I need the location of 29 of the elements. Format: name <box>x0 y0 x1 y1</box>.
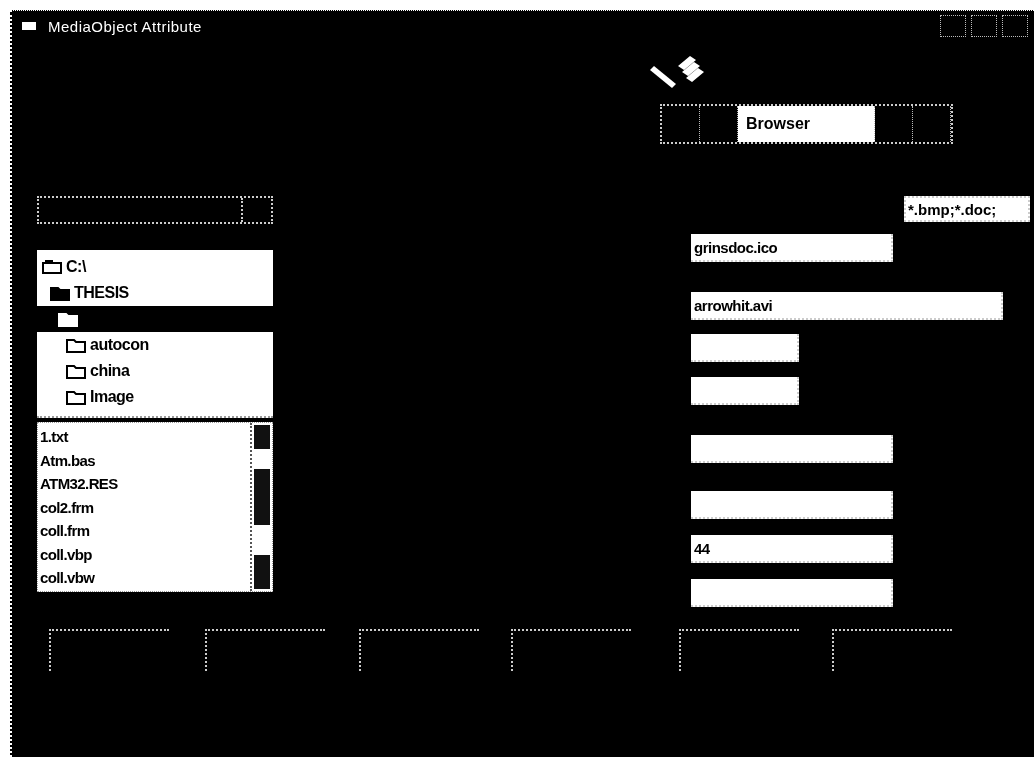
file-item[interactable]: ATM32.RES <box>40 472 250 496</box>
drive-combo[interactable] <box>37 196 273 224</box>
file-item[interactable]: 1.txt <box>40 425 250 449</box>
file-item[interactable]: col2.frm <box>40 495 250 519</box>
scrollbar[interactable] <box>250 423 272 591</box>
folder-icon <box>65 336 87 354</box>
window-title: MediaObject Attribute <box>48 17 203 35</box>
folder-icon <box>49 284 71 302</box>
close-button[interactable] <box>1002 15 1028 37</box>
maximize-button[interactable] <box>971 15 997 37</box>
toolbar-tab[interactable]: Browser <box>738 106 875 142</box>
text-field[interactable] <box>691 579 893 607</box>
text-field[interactable]: grinsdoc.ico <box>691 234 893 262</box>
file-item[interactable]: Atm.bas <box>40 448 250 472</box>
folder-icon <box>65 362 87 380</box>
folder-icon <box>57 310 79 328</box>
folder-icon <box>65 388 87 406</box>
text-field[interactable] <box>691 491 893 519</box>
filter-field[interactable]: *.bmp;*.doc; <box>904 196 1030 222</box>
file-item[interactable]: coll.frm <box>40 519 250 543</box>
text-field[interactable]: arrowhit.avi <box>691 292 1003 320</box>
text-field[interactable]: 44 <box>691 535 893 563</box>
text-field[interactable] <box>691 377 799 405</box>
minimize-button[interactable] <box>940 15 966 37</box>
file-item[interactable]: coll.vbw <box>40 566 250 590</box>
text-field[interactable] <box>691 334 799 362</box>
file-item[interactable]: coll.vbp <box>40 542 250 566</box>
text-field[interactable] <box>691 435 893 463</box>
drive-icon <box>41 258 63 276</box>
